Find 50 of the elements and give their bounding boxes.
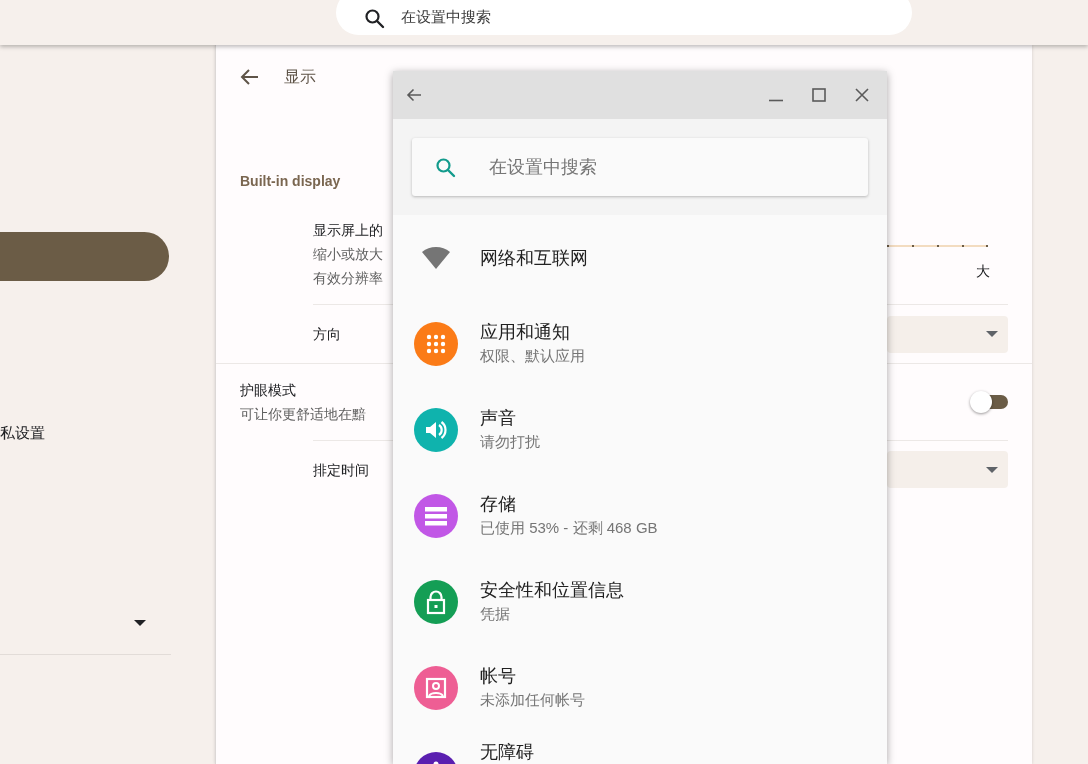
maximize-icon[interactable] [812, 88, 826, 102]
setting-description: 缩小或放大 [313, 245, 383, 264]
setting-title: 显示屏上的 [313, 221, 383, 240]
item-title: 帐号 [480, 665, 516, 688]
setting-title: 方向 [313, 325, 341, 344]
item-title: 网络和互联网 [480, 247, 588, 270]
search-icon [363, 6, 385, 29]
caret-icon [986, 331, 998, 337]
storage-icon [414, 494, 458, 538]
lock-icon [414, 580, 458, 624]
search-field[interactable]: 在设置中搜索 [412, 138, 868, 196]
item-subtitle: 请勿打扰 [480, 432, 540, 452]
page-title: 显示 [284, 67, 316, 87]
item-subtitle: 权限、默认应用 [480, 346, 585, 366]
search-placeholder: 在设置中搜索 [489, 155, 597, 179]
caret-icon[interactable] [134, 620, 146, 626]
item-subtitle: 未添加任何帐号 [480, 690, 585, 710]
setting-title: 护眼模式 [240, 381, 296, 400]
toggle-switch[interactable] [970, 391, 1008, 413]
selected-nav-item[interactable] [0, 232, 169, 281]
settings-item[interactable]: 无障碍 [393, 731, 887, 764]
account-icon [414, 666, 458, 710]
caret-icon [986, 466, 998, 473]
item-title: 应用和通知 [480, 321, 570, 344]
settings-item[interactable]: 声音 请勿打扰 [393, 387, 887, 473]
nav-item[interactable]: 私设置 [0, 421, 215, 445]
item-title: 存储 [480, 493, 516, 516]
search-field[interactable]: 在设置中搜索 [336, 0, 912, 35]
setting-description: 可让你更舒适地在黯 [240, 405, 366, 424]
item-title: 安全性和位置信息 [480, 579, 624, 602]
item-title: 无障碍 [480, 741, 534, 764]
slider-label: 大 [976, 262, 990, 281]
search-icon [434, 156, 456, 178]
item-title: 声音 [480, 407, 516, 430]
setting-title: 排定时间 [313, 460, 369, 480]
settings-item[interactable]: 存储 已使用 53% - 还剩 468 GB [393, 473, 887, 559]
setting-description: 有效分辨率 [313, 269, 383, 288]
search-placeholder: 在设置中搜索 [401, 7, 491, 28]
settings-item[interactable]: 应用和通知 权限、默认应用 [393, 301, 887, 387]
item-subtitle: 凭据 [480, 604, 510, 624]
settings-item[interactable]: 帐号 未添加任何帐号 [393, 645, 887, 731]
back-arrow-icon[interactable] [240, 67, 260, 87]
section-heading: Built-in display [240, 172, 341, 191]
apps-icon [414, 322, 458, 366]
close-icon[interactable] [855, 88, 869, 102]
settings-item[interactable]: 安全性和位置信息 凭据 [393, 559, 887, 645]
item-subtitle: 已使用 53% - 还剩 468 GB [480, 518, 658, 538]
back-arrow-icon[interactable] [406, 87, 422, 103]
settings-item[interactable]: 网络和互联网 [393, 215, 887, 301]
speaker-icon [414, 408, 458, 452]
